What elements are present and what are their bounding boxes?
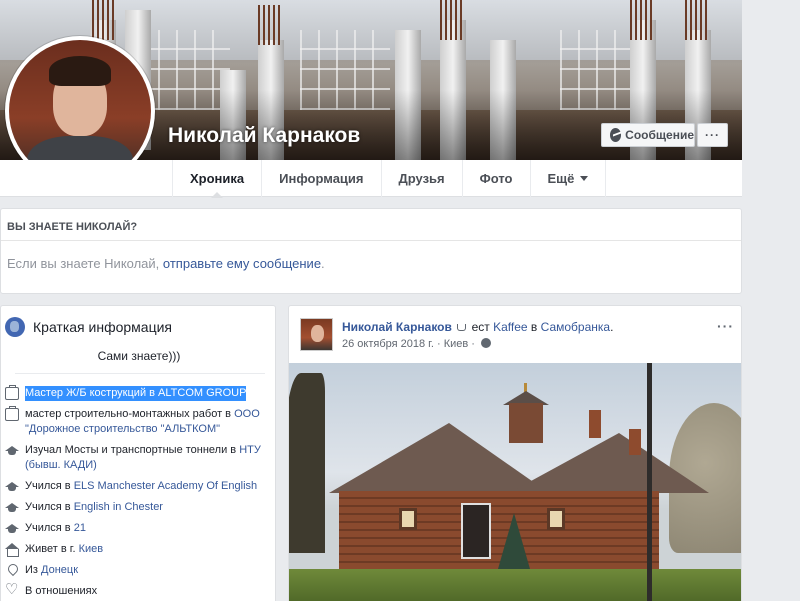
coffee-cup-icon [457,324,467,331]
chevron-down-icon [580,176,589,181]
intro-item-link[interactable]: 21 [74,522,86,534]
photo-lawn [289,569,741,601]
intro-item-text: В отношениях [25,585,98,597]
profile-nav: Хроника Информация Друзья Фото Ещё [0,160,742,198]
photo-pole [647,363,652,601]
briefcase-icon [5,385,19,400]
intro-item-text: Учился в English in Chester [25,500,163,515]
intro-item-prefix: Живет в г. [25,543,79,555]
tab-timeline[interactable]: Хроника [172,160,261,198]
post-city-link[interactable]: Киев [444,338,469,350]
post-menu-button[interactable]: ··· [717,318,734,334]
cover-rebar [630,0,652,40]
intro-item-lives-in: Живет в г. Киев [5,542,273,557]
intro-card: Краткая информация Сами знаете))) Мастер… [0,305,276,601]
messenger-icon [610,128,622,142]
profile-name[interactable]: Николай Карнаков [168,124,360,148]
intro-list: Мастер Ж/Б кострукций в ALTCOM GROUP мас… [5,385,273,601]
avatar-hair [49,56,111,86]
tab-about[interactable]: Информация [261,160,380,197]
photo-tower [509,403,543,443]
graduation-cap-icon [5,444,19,457]
do-you-know-suffix: . [321,256,325,271]
intro-item-text: Из Донецк [25,563,78,578]
divider [15,373,265,374]
intro-item-prefix: Учился в [25,480,74,492]
intro-title: Краткая информация [33,319,172,335]
post-place-link[interactable]: Kaffee [493,320,527,334]
intro-item-link[interactable]: Киев [79,543,104,555]
globe-icon [5,317,25,337]
intro-item-education: Учился в English in Chester [5,500,273,515]
tab-friends[interactable]: Друзья [380,160,462,197]
intro-item-prefix: Учился в [25,522,74,534]
intro-item-link[interactable]: ELS Manchester Academy Of English [74,480,257,492]
post-period: . [610,320,614,334]
tab-photos[interactable]: Фото [461,160,530,197]
do-you-know-title: ВЫ ЗНАЕТЕ НИКОЛАЙ? [7,221,138,233]
intro-item-link[interactable]: Донецк [41,564,78,576]
intro-item-education: Учился в 21 [5,521,273,536]
post-author-avatar[interactable] [300,318,333,351]
intro-item-text: мастер строительно-монтажных работ в ООО… [25,407,273,437]
photo-window [547,508,565,530]
globe-icon [481,338,492,348]
photo-chimney [629,429,641,455]
intro-item-education: Изучал Мосты и транспортные тоннели в НТ… [5,443,273,473]
post-author-link[interactable]: Николай Карнаков [342,320,452,334]
intro-item-text: Мастер Ж/Б кострукций в ALTCOM GROUP [25,386,247,401]
heart-icon [5,582,19,598]
do-you-know-text: Если вы знаете Николай, отправьте ему со… [7,256,325,271]
divider [1,240,741,241]
map-pin-icon [5,564,19,577]
intro-item-prefix: Учился в [25,501,74,513]
intro-item-link[interactable]: English in Chester [74,501,163,513]
photo-chimney [589,410,601,438]
post-activity: ест [471,320,490,334]
intro-item-education: Учился в ELS Manchester Academy Of Engli… [5,479,273,494]
cover-rebar [685,0,707,40]
message-button[interactable]: Сообщение [601,123,695,147]
cover-rebar [440,0,462,40]
briefcase-icon [5,406,19,421]
home-icon [5,543,19,557]
cover-rebar [92,0,114,40]
post-header: Николай Карнаков ест Kaffee в Самобранка… [342,320,613,334]
intro-item-work: мастер строительно-монтажных работ в ООО… [5,406,273,437]
photo-sign [461,503,491,559]
post-location-link[interactable]: Самобранка [541,320,610,334]
send-message-link[interactable]: отправьте ему сообщение [163,256,321,271]
intro-item-work: Мастер Ж/Б кострукций в ALTCOM GROUP [5,385,273,401]
do-you-know-prefix: Если вы знаете Николай, [7,256,163,271]
cover-rebar [258,5,280,45]
profile-tabs: Хроника Информация Друзья Фото Ещё [172,160,607,198]
post-date-link[interactable]: 26 октября 2018 г. [342,338,434,350]
post-meta: 26 октября 2018 г. · Киев · [342,338,492,350]
do-you-know-card: ВЫ ЗНАЕТЕ НИКОЛАЙ? Если вы знаете Никола… [0,208,742,294]
intro-item-prefix: Изучал Мосты и транспортные тоннели в [25,444,240,456]
post-meta-separator: · [436,338,441,350]
tab-more[interactable]: Ещё [529,160,607,197]
intro-item-text: Учился в ELS Manchester Academy Of Engli… [25,479,257,494]
graduation-cap-icon [5,522,19,535]
photo-tree [289,373,325,553]
intro-item-prefix: мастер строительно-монтажных работ в [25,408,235,420]
intro-bio: Сами знаете))) [97,349,181,363]
post-meta-separator: · [471,338,475,350]
intro-item-relationship: В отношениях [5,582,273,599]
intro-item-text: Учился в 21 [25,521,86,536]
photo-window [399,508,417,530]
intro-item-text: Живет в г. Киев [25,542,103,557]
graduation-cap-icon [5,480,19,493]
intro-item-text: Изучал Мосты и транспортные тоннели в НТ… [25,443,273,473]
intro-item-from: Из Донецк [5,563,273,578]
message-button-label: Сообщение [625,128,694,142]
tab-more-label: Ещё [547,171,575,186]
more-options-button[interactable]: ··· [697,123,728,147]
post-photo[interactable] [289,363,741,601]
post-preposition: в [530,320,538,334]
intro-item-prefix: Из [25,564,42,576]
post-card: Николай Карнаков ест Kaffee в Самобранка… [288,305,742,601]
graduation-cap-icon [5,501,19,514]
